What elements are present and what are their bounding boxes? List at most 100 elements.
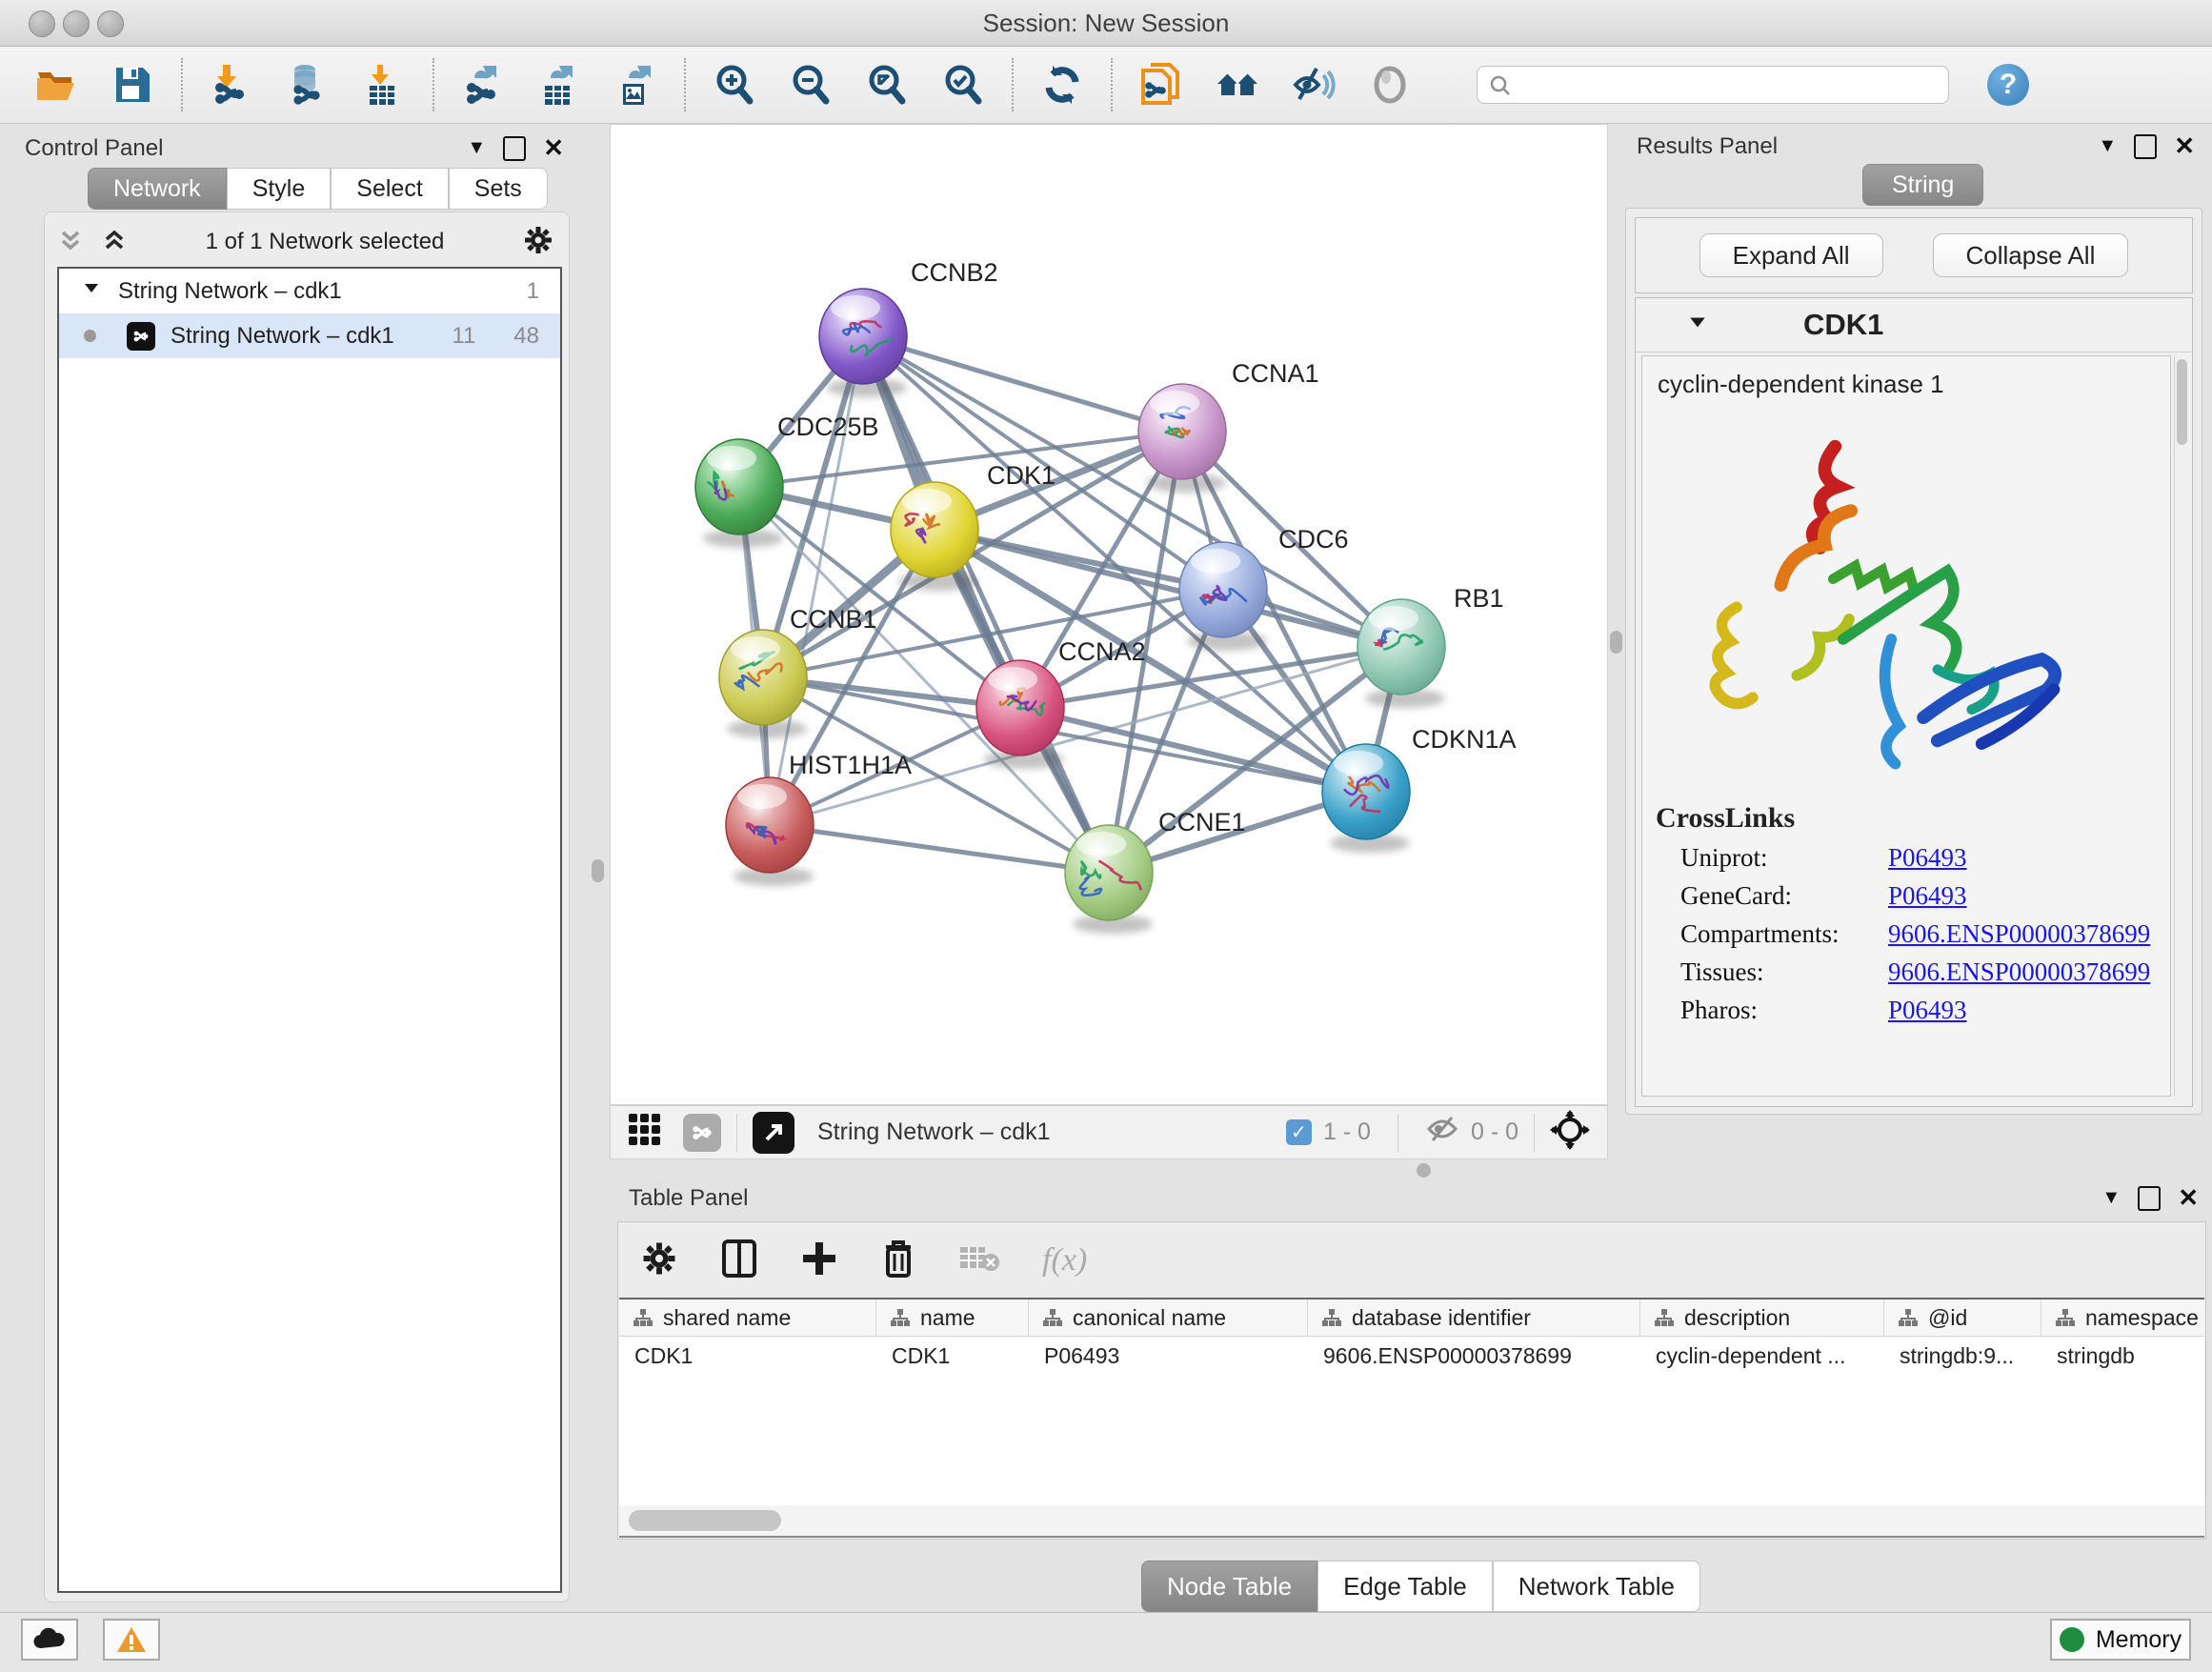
collapse-all-networks-icon[interactable] bbox=[57, 227, 84, 258]
network-options-gear-icon[interactable] bbox=[522, 224, 554, 261]
delete-column-icon[interactable] bbox=[880, 1238, 916, 1284]
tab-network[interactable]: Network bbox=[88, 168, 227, 210]
memory-button[interactable]: Memory bbox=[2050, 1619, 2191, 1661]
import-network-from-database-icon[interactable] bbox=[286, 63, 330, 107]
collection-expander-icon[interactable] bbox=[82, 278, 101, 305]
string-view-icon[interactable] bbox=[683, 1114, 721, 1152]
node-CDKN1A[interactable]: CDKN1A bbox=[1322, 725, 1517, 853]
cell-database-identifier: 9606.ENSP00000378699 bbox=[1308, 1337, 1640, 1375]
edge-CCNB2-CCNA1[interactable] bbox=[863, 336, 1182, 432]
cell-name: CDK1 bbox=[876, 1337, 1029, 1375]
zoom-fit-icon[interactable] bbox=[865, 63, 909, 107]
bottom-splitter-handle[interactable] bbox=[1417, 1163, 1431, 1178]
open-in-window-icon[interactable] bbox=[753, 1112, 794, 1154]
tab-style[interactable]: Style bbox=[227, 168, 332, 210]
tab-sets[interactable]: Sets bbox=[449, 168, 548, 210]
show-columns-icon[interactable] bbox=[720, 1239, 758, 1283]
right-splitter-handle[interactable] bbox=[1610, 631, 1622, 654]
open-session-icon[interactable] bbox=[34, 63, 78, 107]
status-bar: Memory bbox=[0, 1612, 2212, 1672]
expand-all-networks-icon[interactable] bbox=[101, 227, 128, 258]
crosslink-row: Uniprot: P06493 bbox=[1680, 843, 2170, 873]
control-panel-close-icon[interactable]: ✕ bbox=[543, 133, 564, 163]
network-canvas[interactable]: CCNB2CCNA1CDC25BCDK1CDC6RB1CCNB1CCNA2CDK… bbox=[611, 125, 1607, 1104]
node-CCNE1[interactable]: CCNE1 bbox=[1065, 808, 1246, 934]
control-panel-collapse-icon[interactable]: ▼ bbox=[467, 137, 486, 159]
zoom-selected-icon[interactable] bbox=[941, 63, 985, 107]
column-header-database-identifier[interactable]: database identifier bbox=[1308, 1299, 1640, 1336]
string-home-icon[interactable] bbox=[1216, 63, 1259, 107]
tab-string[interactable]: String bbox=[1862, 164, 1983, 206]
table-panel-collapse-icon[interactable]: ▼ bbox=[2101, 1187, 2121, 1209]
grid-view-icon[interactable] bbox=[626, 1111, 664, 1154]
column-header-name[interactable]: name bbox=[876, 1299, 1029, 1336]
left-splitter-handle[interactable] bbox=[592, 859, 604, 882]
control-panel-float-icon[interactable] bbox=[503, 136, 526, 161]
collapse-all-button[interactable]: Collapse All bbox=[1933, 233, 2129, 277]
table-panel-close-icon[interactable]: ✕ bbox=[2178, 1183, 2199, 1213]
node-HIST1H1A[interactable]: HIST1H1A bbox=[726, 751, 912, 886]
column-header-shared-name[interactable]: shared name bbox=[619, 1299, 876, 1336]
column-header-namespace[interactable]: namespace bbox=[2041, 1299, 2202, 1336]
network-view[interactable]: CCNB2CCNA1CDC25BCDK1CDC6RB1CCNB1CCNA2CDK… bbox=[610, 124, 1608, 1105]
expand-all-button[interactable]: Expand All bbox=[1699, 233, 1883, 277]
scrollbar-thumb[interactable] bbox=[629, 1510, 781, 1531]
column-header-id[interactable]: @id bbox=[1884, 1299, 2041, 1336]
birds-eye-view-icon[interactable] bbox=[1550, 1110, 1590, 1155]
tab-edge-table[interactable]: Edge Table bbox=[1317, 1561, 1493, 1612]
memory-status-dot bbox=[2060, 1627, 2084, 1652]
results-panel-float-icon[interactable] bbox=[2134, 134, 2157, 159]
column-header-canonical-name[interactable]: canonical name bbox=[1029, 1299, 1308, 1336]
edge-CCNB2-CCNE1[interactable] bbox=[863, 336, 1109, 873]
refresh-icon[interactable] bbox=[1040, 63, 1084, 107]
hide-glyphs-eye-icon[interactable] bbox=[1292, 63, 1336, 107]
help-icon[interactable]: ? bbox=[1987, 64, 2029, 106]
table-panel-float-icon[interactable] bbox=[2138, 1186, 2161, 1211]
zoom-in-icon[interactable] bbox=[713, 63, 756, 107]
node-label-CCNE1: CCNE1 bbox=[1158, 808, 1246, 836]
network-node-count: 11 bbox=[452, 323, 475, 350]
tab-select[interactable]: Select bbox=[331, 168, 448, 210]
table-row[interactable]: CDK1 CDK1 P06493 9606.ENSP00000378699 cy… bbox=[619, 1337, 2204, 1375]
export-image-icon[interactable] bbox=[613, 63, 657, 107]
toolbar-separator bbox=[181, 58, 183, 111]
share-document-icon[interactable] bbox=[1139, 63, 1183, 107]
crosslink-link[interactable]: 9606.ENSP00000378699 bbox=[1888, 919, 2150, 949]
column-header-description[interactable]: description bbox=[1640, 1299, 1884, 1336]
import-network-icon[interactable] bbox=[210, 63, 253, 107]
node-CDC6[interactable]: CDC6 bbox=[1179, 525, 1349, 651]
crosslink-link[interactable]: P06493 bbox=[1888, 996, 1967, 1025]
toolbar-separator bbox=[1111, 58, 1113, 111]
save-session-icon[interactable] bbox=[111, 63, 154, 107]
cell-shared-name: CDK1 bbox=[619, 1337, 876, 1375]
add-column-icon[interactable] bbox=[800, 1239, 838, 1283]
gene-expander-icon[interactable] bbox=[1687, 312, 1708, 338]
details-eye-icon[interactable] bbox=[1368, 63, 1412, 107]
network-row[interactable]: String Network – cdk1 11 48 bbox=[59, 313, 560, 358]
network-collection-row[interactable]: String Network – cdk1 1 bbox=[59, 269, 560, 313]
results-panel-close-icon[interactable]: ✕ bbox=[2174, 131, 2195, 161]
crosslink-link[interactable]: P06493 bbox=[1888, 881, 1967, 911]
crosslink-link[interactable]: P06493 bbox=[1888, 843, 1967, 873]
cloud-button[interactable] bbox=[21, 1619, 78, 1661]
edge-HIST1H1A-CCNE1[interactable] bbox=[770, 825, 1109, 873]
export-table-icon[interactable] bbox=[537, 63, 581, 107]
node-RB1[interactable]: RB1 bbox=[1357, 584, 1504, 708]
node-CCNA1[interactable]: CCNA1 bbox=[1138, 359, 1319, 493]
crosslink-link[interactable]: 9606.ENSP00000378699 bbox=[1888, 957, 2150, 987]
zoom-out-icon[interactable] bbox=[789, 63, 833, 107]
results-scrollbar[interactable] bbox=[2174, 355, 2190, 1097]
table-horizontal-scrollbar[interactable] bbox=[619, 1505, 2204, 1538]
export-network-icon[interactable] bbox=[461, 63, 505, 107]
results-panel-collapse-icon[interactable]: ▼ bbox=[2098, 135, 2117, 157]
tab-node-table[interactable]: Node Table bbox=[1141, 1561, 1317, 1612]
warnings-button[interactable] bbox=[103, 1619, 160, 1661]
node-label-CDK1: CDK1 bbox=[987, 461, 1056, 490]
import-table-icon[interactable] bbox=[362, 63, 406, 107]
table-settings-gear-icon[interactable] bbox=[640, 1239, 678, 1282]
selected-checkbox-icon[interactable]: ✓ bbox=[1286, 1119, 1312, 1145]
tab-network-table[interactable]: Network Table bbox=[1493, 1561, 1700, 1612]
table-header-row: shared name name canonical name database… bbox=[619, 1299, 2204, 1337]
search-input[interactable] bbox=[1477, 66, 1949, 104]
crosslink-row: GeneCard: P06493 bbox=[1680, 881, 2170, 911]
